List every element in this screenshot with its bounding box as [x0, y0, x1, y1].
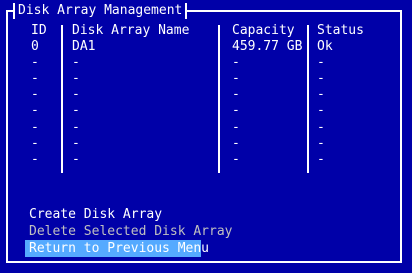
cell-id[interactable]: -	[31, 87, 47, 103]
cell-name[interactable]: -	[72, 55, 189, 71]
cell-capacity[interactable]: -	[232, 120, 302, 136]
cell-name[interactable]: -	[72, 103, 189, 119]
cell-name[interactable]: -	[72, 136, 189, 152]
cell-status[interactable]: -	[317, 103, 364, 119]
screen: { "window": { "title": "Disk Array Manag…	[0, 0, 412, 273]
cell-name[interactable]: DA1	[72, 39, 189, 55]
header-id: ID	[31, 23, 47, 38]
header-capacity: Capacity	[232, 23, 295, 38]
cell-id[interactable]: -	[31, 136, 47, 152]
cell-status[interactable]: -	[317, 71, 364, 87]
column-divider	[61, 25, 63, 173]
cell-status[interactable]: -	[317, 152, 364, 168]
cell-capacity[interactable]: -	[232, 152, 302, 168]
column-divider	[218, 25, 220, 173]
cell-name[interactable]: -	[72, 152, 189, 168]
id-column: ID 0 - - - - - - -	[31, 23, 47, 168]
cell-id[interactable]: -	[31, 55, 47, 71]
cell-capacity[interactable]: -	[232, 55, 302, 71]
header-status: Status	[317, 23, 364, 38]
cell-id[interactable]: -	[31, 120, 47, 136]
cell-status[interactable]: -	[317, 136, 364, 152]
cell-id[interactable]: -	[31, 152, 47, 168]
delete-disk-array-option[interactable]: Delete Selected Disk Array	[25, 223, 237, 240]
return-to-previous-menu-option[interactable]: Return to Previous Menu	[25, 240, 209, 257]
cell-id[interactable]: 0	[31, 39, 47, 55]
cell-status[interactable]: -	[317, 87, 364, 103]
action-menu: Create Disk Array Delete Selected Disk A…	[25, 206, 237, 257]
status-column: Status Ok - - - - - - -	[317, 23, 364, 168]
cell-status[interactable]: -	[317, 55, 364, 71]
cell-id[interactable]: -	[31, 71, 47, 87]
cell-capacity[interactable]: -	[232, 103, 302, 119]
cell-capacity[interactable]: -	[232, 136, 302, 152]
name-column: Disk Array Name DA1 - - - - - - -	[72, 23, 189, 168]
cell-name[interactable]: -	[72, 87, 189, 103]
cell-status[interactable]: -	[317, 120, 364, 136]
cell-capacity[interactable]: 459.77 GB	[232, 39, 302, 55]
cell-name[interactable]: -	[72, 71, 189, 87]
cell-id[interactable]: -	[31, 103, 47, 119]
column-divider	[307, 25, 309, 173]
window-title: Disk Array Management	[13, 3, 188, 19]
header-name: Disk Array Name	[72, 23, 190, 38]
cell-capacity[interactable]: -	[232, 87, 302, 103]
cell-capacity[interactable]: -	[232, 71, 302, 87]
capacity-column: Capacity 459.77 GB - - - - - - -	[232, 23, 302, 168]
cell-name[interactable]: -	[72, 120, 189, 136]
create-disk-array-option[interactable]: Create Disk Array	[25, 206, 166, 223]
cell-status[interactable]: Ok	[317, 39, 364, 55]
